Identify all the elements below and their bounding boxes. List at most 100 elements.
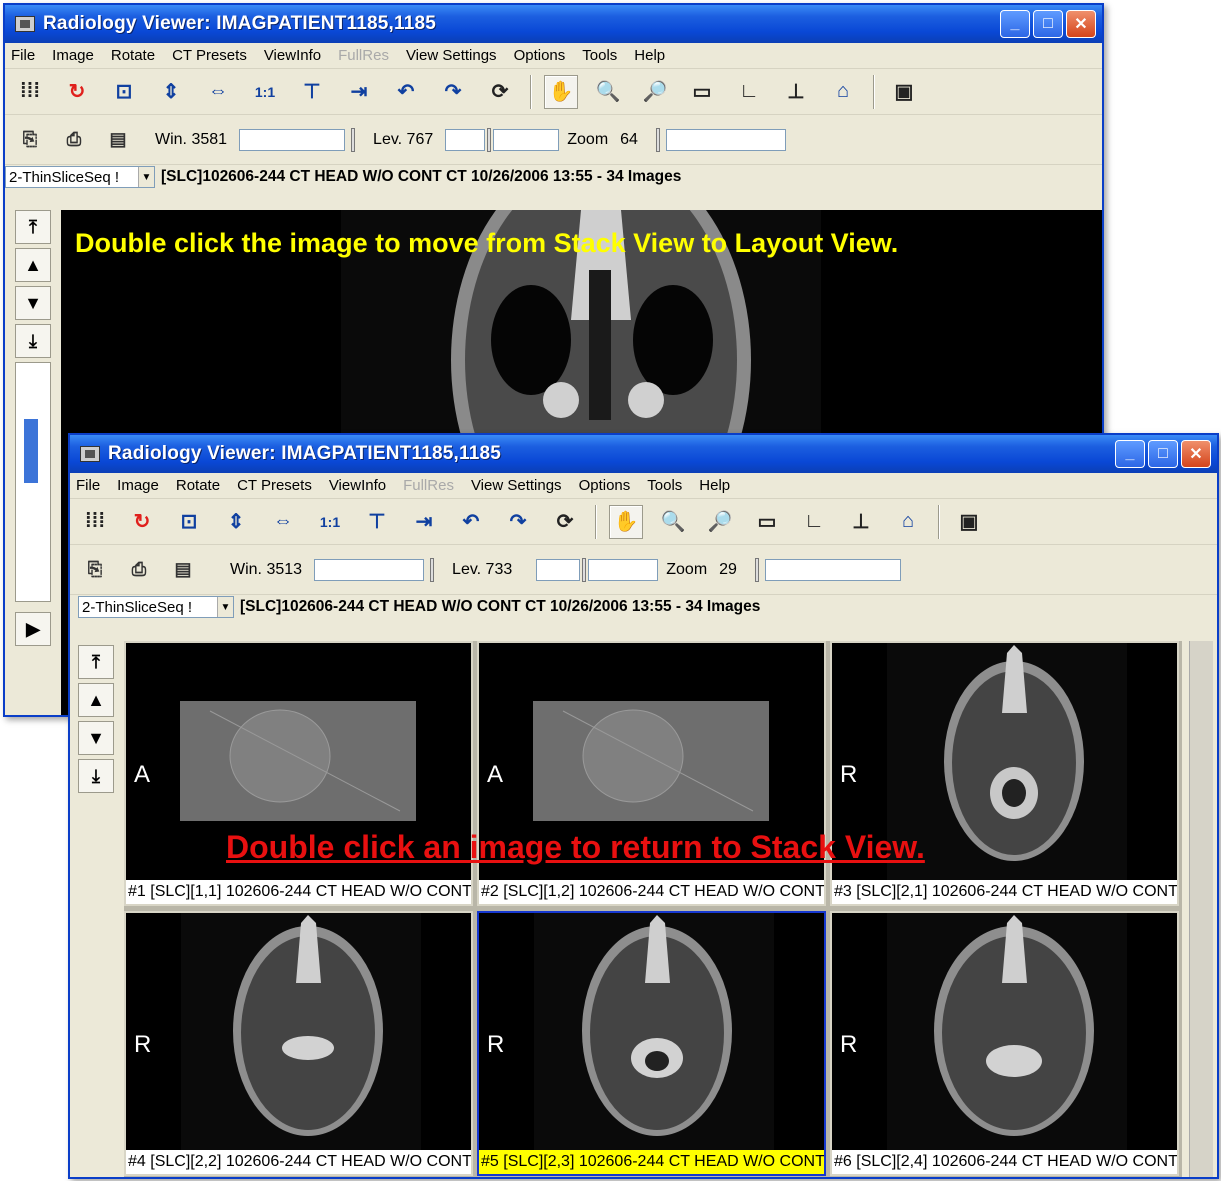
refresh-icon[interactable]: ↻ — [125, 505, 159, 539]
menu-view-settings[interactable]: View Settings — [406, 47, 497, 64]
zoom-slider-thumb[interactable] — [754, 557, 759, 582]
refresh-icon[interactable]: ↻ — [60, 75, 94, 109]
zoom-icon[interactable]: 🔎 — [638, 75, 672, 109]
menu-viewinfo[interactable]: ViewInfo — [264, 47, 321, 64]
previous-image-icon[interactable]: ▲ — [15, 248, 51, 282]
first-image-icon[interactable]: ⤒ — [15, 210, 51, 244]
maximize-button[interactable]: □ — [1033, 10, 1063, 38]
flip-horizontal-icon[interactable]: ⇔ — [201, 75, 235, 109]
layout-cell-2[interactable]: A #2 [SLC][1,2] 102606-244 CT HEAD W/O C… — [477, 641, 826, 906]
roi-icon[interactable]: ⌂ — [891, 505, 925, 539]
last-page-icon[interactable]: ⤓ — [78, 759, 114, 793]
menu-file[interactable]: File — [11, 47, 35, 64]
level-slider-thumb[interactable] — [582, 557, 587, 582]
top-align-icon[interactable]: ⊤ — [295, 75, 329, 109]
close-button[interactable]: ✕ — [1066, 10, 1096, 38]
export-icon[interactable]: ⎘ — [78, 553, 112, 587]
grid-layout-icon[interactable]: ⁞⁞⁞ — [78, 505, 112, 539]
window-slider[interactable] — [239, 128, 346, 151]
zoom-slider-thumb[interactable] — [655, 127, 660, 152]
menu-tools[interactable]: Tools — [582, 47, 617, 64]
fit-icon[interactable]: ⊡ — [172, 505, 206, 539]
chevron-down-icon[interactable]: ▼ — [217, 597, 233, 617]
chevron-down-icon[interactable]: ▼ — [138, 167, 154, 187]
title-bar[interactable]: Radiology Viewer: IMAGPATIENT1185,1185 _… — [5, 5, 1102, 43]
one-to-one-icon[interactable]: 1:1 — [313, 505, 347, 539]
cobb-angle-icon[interactable]: ⊥ — [844, 505, 878, 539]
layout-cell-1[interactable]: A #1 [SLC][1,1] 102606-244 CT HEAD W/O C… — [124, 641, 473, 906]
roi-icon[interactable]: ⌂ — [826, 75, 860, 109]
rotate-left-icon[interactable]: ↶ — [389, 75, 423, 109]
flip-horizontal-icon[interactable]: ⇔ — [266, 505, 300, 539]
previous-page-icon[interactable]: ▲ — [78, 683, 114, 717]
rotate-left-icon[interactable]: ↶ — [454, 505, 488, 539]
fit-icon[interactable]: ⊡ — [107, 75, 141, 109]
minimize-button[interactable]: _ — [1115, 440, 1145, 468]
menu-help[interactable]: Help — [634, 47, 665, 64]
fit-width-icon[interactable]: ⇥ — [342, 75, 376, 109]
stack-scrollbar[interactable] — [15, 362, 51, 602]
close-button[interactable]: ✕ — [1181, 440, 1211, 468]
flip-vertical-icon[interactable]: ⇕ — [219, 505, 253, 539]
layout-scrollbar[interactable] — [1189, 641, 1213, 1177]
cobb-angle-icon[interactable]: ⊥ — [779, 75, 813, 109]
play-icon[interactable]: ▶ — [15, 612, 51, 646]
menu-rotate[interactable]: Rotate — [176, 477, 220, 494]
layout-cell-4[interactable]: R #4 [SLC][2,2] 102606-244 CT HEAD W/O C… — [124, 911, 473, 1176]
print-icon[interactable]: ⎙ — [122, 553, 156, 587]
report-icon[interactable]: ▤ — [101, 123, 135, 157]
window-icon[interactable]: ▣ — [887, 75, 921, 109]
title-bar[interactable]: Radiology Viewer: IMAGPATIENT1185,1185 _… — [70, 435, 1217, 473]
menu-ct-presets[interactable]: CT Presets — [237, 477, 312, 494]
window-slider-thumb[interactable] — [351, 127, 356, 152]
reset-rotation-icon[interactable]: ⟳ — [548, 505, 582, 539]
angle-icon[interactable]: ∟ — [732, 75, 766, 109]
menu-ct-presets[interactable]: CT Presets — [172, 47, 247, 64]
menu-options[interactable]: Options — [579, 477, 631, 494]
fit-width-icon[interactable]: ⇥ — [407, 505, 441, 539]
window-slider-thumb[interactable] — [430, 557, 435, 582]
series-select[interactable]: 2-ThinSliceSeq ! ▼ — [5, 166, 155, 188]
level-slider-thumb[interactable] — [487, 127, 492, 152]
menu-options[interactable]: Options — [514, 47, 566, 64]
measure-icon[interactable]: ▭ — [750, 505, 784, 539]
level-slider-left[interactable] — [445, 128, 486, 151]
first-page-icon[interactable]: ⤒ — [78, 645, 114, 679]
magnify-icon[interactable]: 🔍 — [656, 505, 690, 539]
menu-view-settings[interactable]: View Settings — [471, 477, 562, 494]
window-slider[interactable] — [314, 558, 425, 581]
zoom-slider[interactable] — [764, 558, 901, 581]
level-slider-right[interactable] — [588, 558, 659, 581]
hand-pan-icon[interactable]: ✋ — [609, 504, 643, 539]
flip-vertical-icon[interactable]: ⇕ — [154, 75, 188, 109]
stack-scroll-thumb[interactable] — [24, 419, 38, 483]
reset-rotation-icon[interactable]: ⟳ — [483, 75, 517, 109]
top-align-icon[interactable]: ⊤ — [360, 505, 394, 539]
window-icon[interactable]: ▣ — [952, 505, 986, 539]
magnify-icon[interactable]: 🔍 — [591, 75, 625, 109]
menu-help[interactable]: Help — [699, 477, 730, 494]
export-icon[interactable]: ⎘ — [13, 123, 47, 157]
measure-icon[interactable]: ▭ — [685, 75, 719, 109]
rotate-right-icon[interactable]: ↷ — [436, 75, 470, 109]
zoom-slider[interactable] — [665, 128, 786, 151]
report-icon[interactable]: ▤ — [166, 553, 200, 587]
layout-cell-6[interactable]: R #6 [SLC][2,4] 102606-244 CT HEAD W/O C… — [830, 911, 1179, 1176]
menu-rotate[interactable]: Rotate — [111, 47, 155, 64]
menu-tools[interactable]: Tools — [647, 477, 682, 494]
menu-viewinfo[interactable]: ViewInfo — [329, 477, 386, 494]
grid-layout-icon[interactable]: ⁞⁞⁞ — [13, 75, 47, 109]
last-image-icon[interactable]: ⤓ — [15, 324, 51, 358]
menu-file[interactable]: File — [76, 477, 100, 494]
layout-cell-5-selected[interactable]: R #5 [SLC][2,3] 102606-244 CT HEAD W/O C… — [477, 911, 826, 1176]
minimize-button[interactable]: _ — [1000, 10, 1030, 38]
menu-image[interactable]: Image — [52, 47, 94, 64]
maximize-button[interactable]: □ — [1148, 440, 1178, 468]
level-slider-right[interactable] — [493, 128, 560, 151]
next-image-icon[interactable]: ▼ — [15, 286, 51, 320]
level-slider-left[interactable] — [536, 558, 581, 581]
layout-cell-3[interactable]: R #3 [SLC][2,1] 102606-244 CT HEAD W/O C… — [830, 641, 1179, 906]
rotate-right-icon[interactable]: ↷ — [501, 505, 535, 539]
series-select[interactable]: 2-ThinSliceSeq ! ▼ — [78, 596, 234, 618]
one-to-one-icon[interactable]: 1:1 — [248, 75, 282, 109]
